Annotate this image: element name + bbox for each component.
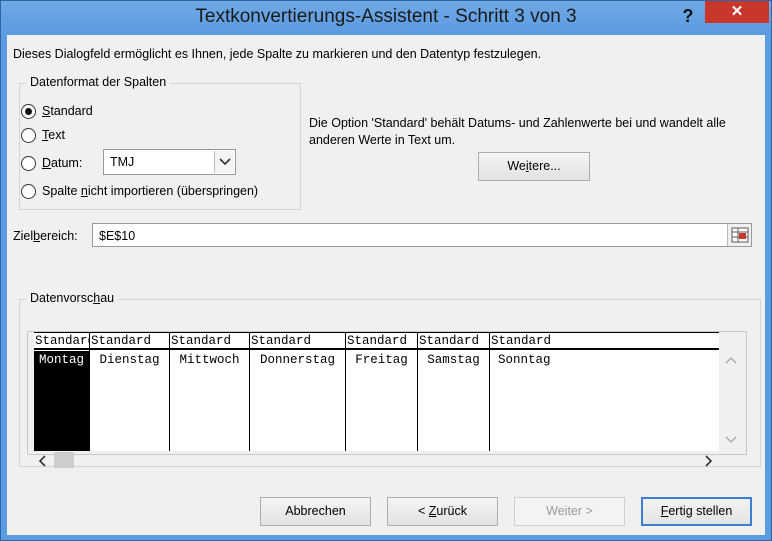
next-button[interactable]: Weiter > [514,497,625,526]
data-preview[interactable]: Standard Montag Standard Dienstag Standa… [27,331,747,468]
chevron-down-icon[interactable] [725,436,737,444]
preview-column[interactable]: Standard Mittwoch [170,332,250,451]
preview-cell: Dienstag [99,353,160,367]
preview-cell: Samstag [427,353,480,367]
radio-text[interactable] [21,128,36,143]
vertical-scrollbar[interactable] [721,350,741,450]
preview-column[interactable]: Standard Montag [34,332,90,451]
preview-column-header[interactable]: Standard [170,332,249,350]
scrollbar-thumb[interactable] [54,452,74,468]
preview-column[interactable]: Standard Sonntag [490,332,719,451]
preview-column-header[interactable]: Standard [418,332,489,350]
chevron-up-icon[interactable] [725,356,737,364]
cancel-button[interactable]: Abbrechen [260,497,371,526]
radio-standard[interactable] [21,104,36,119]
back-button[interactable]: < Zurück [387,497,498,526]
format-description: Die Option 'Standard' behält Datums- und… [309,116,726,147]
radio-skip-column[interactable] [21,184,36,199]
horizontal-scrollbar[interactable] [34,450,719,470]
intro-text: Dieses Dialogfeld ermöglicht es Ihnen, j… [13,47,542,61]
preview-column[interactable]: Standard Samstag [418,332,490,451]
target-range-input[interactable]: $E$10 [92,223,752,247]
format-group-title: Datenformat der Spalten [26,75,171,89]
radio-text-label[interactable]: Text [42,128,65,142]
preview-cell: Montag [38,353,84,367]
help-button[interactable]: ? [673,3,703,29]
preview-column[interactable]: Standard Dienstag [90,332,170,451]
window-title: Textkonvertierungs-Assistent - Schritt 3… [195,6,577,27]
range-select-icon[interactable] [727,224,751,246]
preview-column[interactable]: Standard Donnerstag [250,332,346,451]
preview-cell: Donnerstag [259,353,335,367]
dialog-body: Dieses Dialogfeld ermöglicht es Ihnen, j… [7,35,765,535]
radio-skip-column-label[interactable]: Spalte nicht importieren (überspringen) [42,184,258,198]
dialog-window: Textkonvertierungs-Assistent - Schritt 3… [0,0,772,541]
preview-cell: Mittwoch [179,353,240,367]
preview-column-header[interactable]: Standard [90,332,169,350]
chevron-right-icon[interactable] [705,455,713,467]
target-label: Zielbereich: [13,229,78,243]
radio-date[interactable] [21,156,36,171]
radio-standard-label[interactable]: Standard [42,104,93,118]
more-button[interactable]: Weitere... [478,152,590,181]
title-bar[interactable]: Textkonvertierungs-Assistent - Schritt 3… [1,1,771,35]
target-range-value: $E$10 [99,229,136,243]
date-format-select[interactable]: TMJ [103,149,236,175]
preview-column[interactable]: Standard Freitag [346,332,418,451]
close-button[interactable]: ✕ [705,1,769,23]
preview-column-header[interactable]: Standard [490,332,719,350]
radio-date-label[interactable]: Datum: [42,156,82,170]
chevron-left-icon[interactable] [38,455,46,467]
preview-column-header[interactable]: Standard [346,332,417,350]
finish-button[interactable]: Fertig stellen [641,497,752,526]
preview-cell: Sonntag [498,353,551,367]
chevron-down-icon[interactable] [214,151,234,173]
preview-group-title: Datenvorschau [26,291,119,305]
date-format-value: TMJ [110,155,135,169]
preview-cell: Freitag [355,353,408,367]
preview-column-header[interactable]: Standard [250,332,345,350]
preview-table[interactable]: Standard Montag Standard Dienstag Standa… [34,332,719,451]
preview-column-header[interactable]: Standard [34,332,89,350]
